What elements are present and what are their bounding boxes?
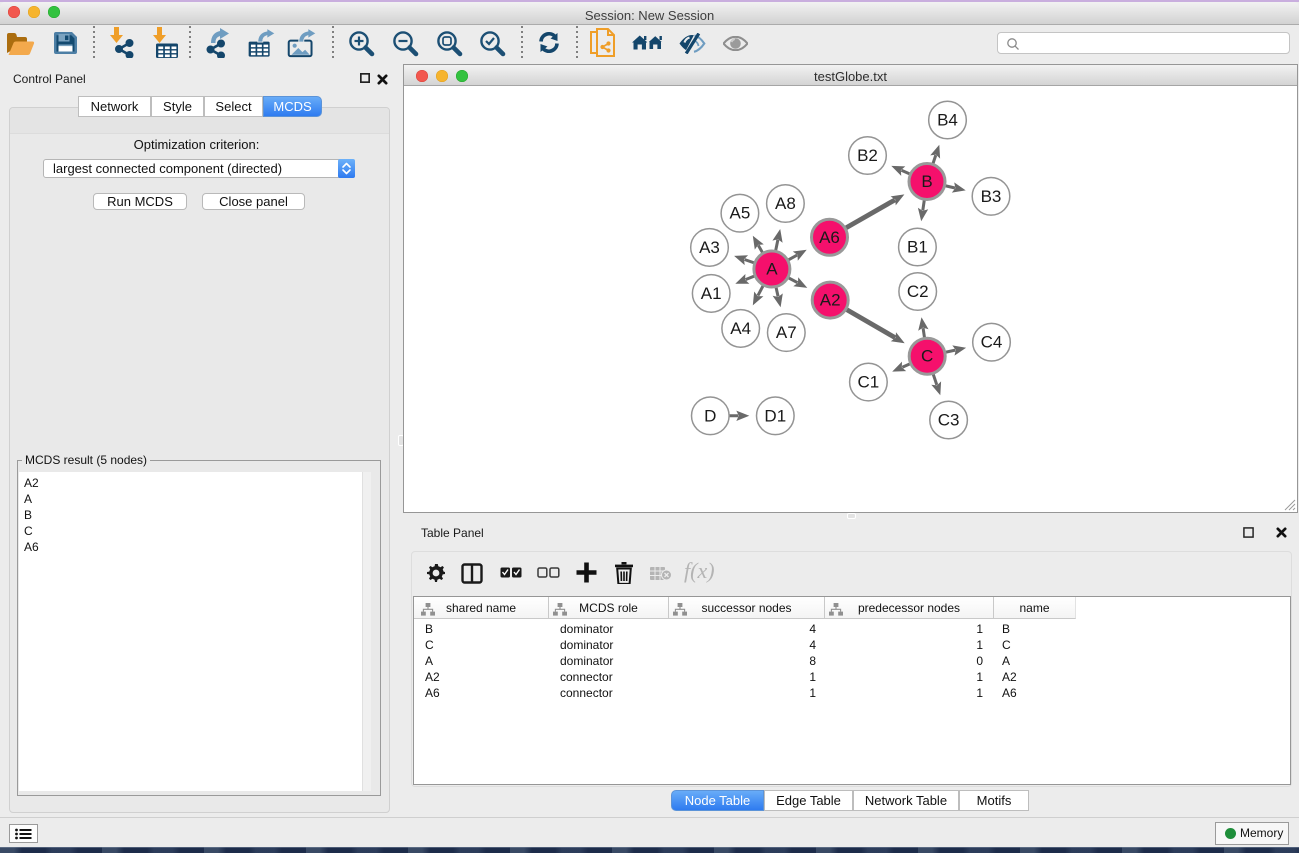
svg-text:A: A bbox=[766, 260, 778, 279]
svg-text:B2: B2 bbox=[857, 146, 878, 165]
svg-text:A3: A3 bbox=[699, 238, 720, 257]
svg-text:C3: C3 bbox=[938, 411, 960, 430]
svg-text:A8: A8 bbox=[775, 194, 796, 213]
svg-text:A1: A1 bbox=[701, 284, 722, 303]
svg-text:B3: B3 bbox=[981, 187, 1002, 206]
svg-text:B: B bbox=[921, 172, 932, 191]
svg-text:B1: B1 bbox=[907, 238, 928, 257]
svg-text:A4: A4 bbox=[730, 319, 751, 338]
svg-text:A2: A2 bbox=[820, 291, 841, 310]
svg-text:A7: A7 bbox=[776, 323, 797, 342]
svg-text:D1: D1 bbox=[764, 406, 786, 425]
svg-text:C1: C1 bbox=[858, 373, 880, 392]
svg-text:D: D bbox=[704, 406, 716, 425]
svg-text:C2: C2 bbox=[907, 282, 929, 301]
svg-text:B4: B4 bbox=[937, 111, 958, 130]
svg-text:A5: A5 bbox=[730, 204, 751, 223]
svg-text:C4: C4 bbox=[981, 333, 1003, 352]
svg-text:A6: A6 bbox=[819, 228, 840, 247]
svg-text:C: C bbox=[921, 347, 933, 366]
